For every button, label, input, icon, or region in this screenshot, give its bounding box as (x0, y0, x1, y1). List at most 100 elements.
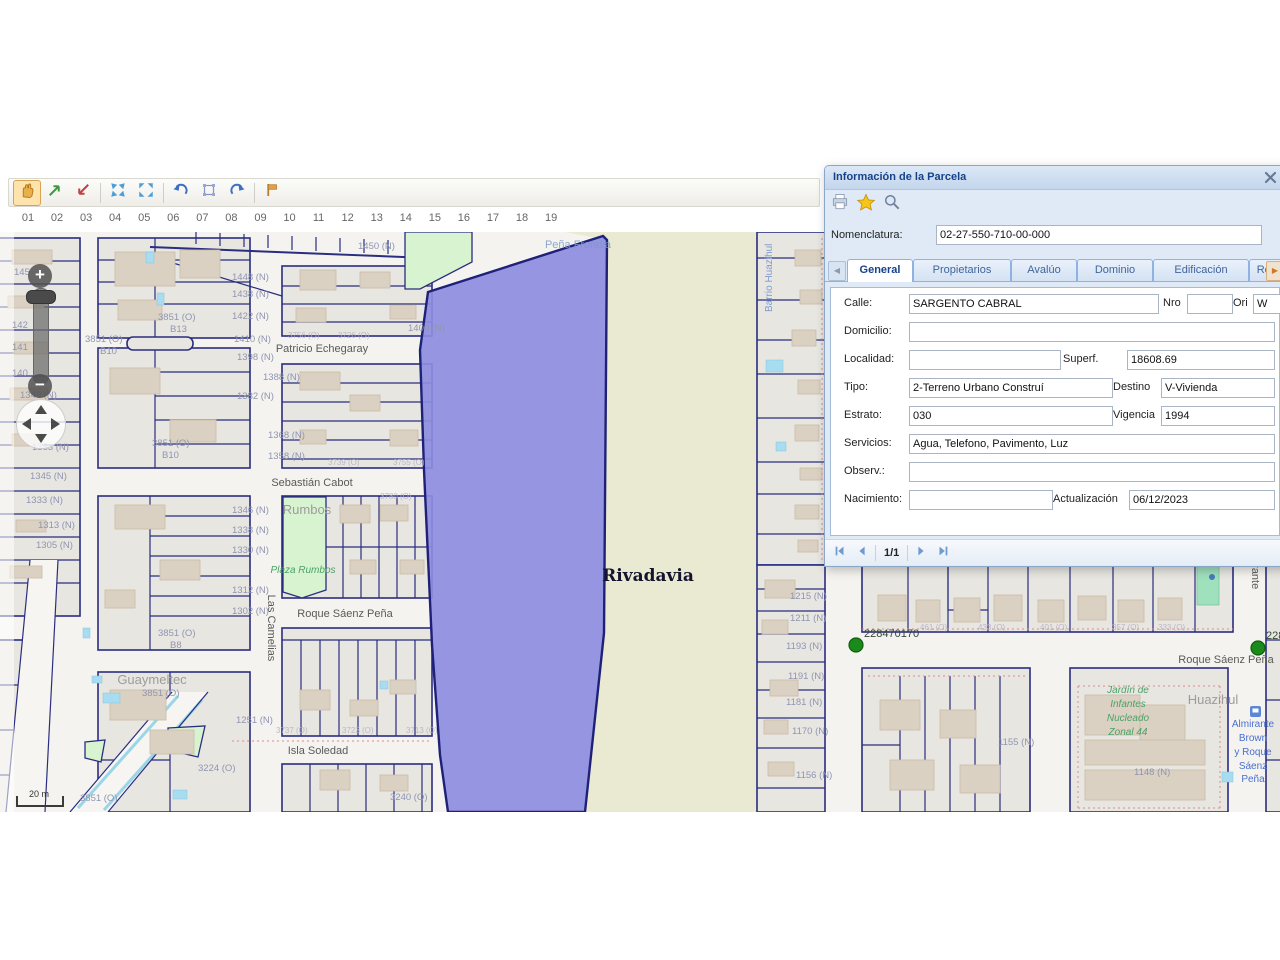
tab-scroll-right-icon[interactable]: ▶ (1266, 261, 1280, 281)
nro-field[interactable] (1187, 294, 1233, 314)
ruler-number: 16 (458, 212, 470, 224)
tipo-field[interactable]: 2-Terreno Urbano Construí (909, 378, 1113, 398)
calle-field[interactable]: SARGENTO CABRAL (909, 294, 1159, 314)
map-label: 1148 (N) (1134, 767, 1170, 778)
map-label: Jardín de (1106, 685, 1149, 696)
map-label: Roque Sáenz Peña (1178, 654, 1274, 666)
destino-field[interactable]: V-Vivienda (1161, 378, 1275, 398)
map-toolbar (8, 178, 820, 207)
toolbar-separator (100, 183, 101, 203)
tab-propietarios[interactable]: Propietarios (913, 259, 1011, 281)
tab-avaluo[interactable]: Avalúo (1011, 259, 1077, 281)
map-label: Barrio Huazihul (764, 244, 775, 312)
next-extent-button[interactable] (223, 180, 251, 206)
pan-left-arrow-icon[interactable] (22, 418, 31, 430)
prev-page-button[interactable] (853, 544, 871, 562)
bus-stop-sign-icon (1250, 706, 1261, 717)
map-label: 1450 (N) (358, 241, 395, 252)
print-button[interactable] (829, 192, 851, 214)
zoom-in-nav-button[interactable] (41, 180, 69, 206)
map-label: Sáenz (1239, 761, 1267, 772)
pan-hand-icon (18, 181, 36, 204)
pan-right-arrow-icon[interactable] (51, 418, 60, 430)
measure-tool-button[interactable] (258, 180, 286, 206)
tab-dominio[interactable]: Dominio (1077, 259, 1153, 281)
pan-up-arrow-icon[interactable] (35, 405, 47, 414)
map-label: 1170 (N) (792, 726, 828, 737)
tab-general[interactable]: General (847, 259, 913, 282)
zoom-slider-handle[interactable] (26, 290, 56, 304)
nacimiento-label: Nacimiento: (844, 493, 902, 505)
window-header[interactable]: Información de la Parcela (825, 166, 1280, 190)
ruler-number: 12 (342, 212, 354, 224)
next-page-button[interactable] (912, 544, 930, 562)
zoom-out-button[interactable]: − (28, 374, 52, 398)
ruler-number: 10 (283, 212, 295, 224)
localidad-field[interactable] (909, 350, 1061, 370)
next-extent-icon (228, 181, 246, 204)
map-label: 1305 (N) (36, 540, 73, 551)
zoom-out-nav-button[interactable] (69, 180, 97, 206)
previous-extent-button[interactable] (167, 180, 195, 206)
map-label: Rivadavia (602, 566, 694, 586)
selected-parcel[interactable] (420, 236, 607, 812)
estrato-field[interactable]: 030 (909, 406, 1113, 426)
superf-field[interactable]: 18608.69 (1127, 350, 1275, 370)
observ-field[interactable] (909, 462, 1275, 482)
map-label: 1448 (N) (232, 272, 269, 283)
destino-label: Destino (1113, 381, 1150, 393)
ruler-number: 04 (109, 212, 121, 224)
estrato-label: Estrato: (844, 409, 882, 421)
map-label: 433 (O) (978, 623, 1005, 632)
ruler-number: 15 (429, 212, 441, 224)
zoom-box-button[interactable] (195, 180, 223, 206)
pager-separator (907, 545, 908, 561)
zoom-box-icon (200, 181, 218, 204)
nomen-field[interactable]: 02-27-550-710-00-000 (936, 225, 1262, 245)
ruler-number: 03 (80, 212, 92, 224)
zoom-to-selection-icon (109, 181, 127, 204)
map-label: B10 (162, 450, 179, 461)
search-magnifier-icon (882, 192, 902, 215)
zoom-to-selection-button[interactable] (104, 180, 132, 206)
ruler-number: 01 (22, 212, 34, 224)
ruler-number: 17 (487, 212, 499, 224)
tab-edificacion[interactable]: Edificación (1153, 259, 1249, 281)
domicilio-field[interactable] (909, 322, 1275, 342)
map-label: Brown (1239, 733, 1267, 744)
first-page-button[interactable] (831, 544, 849, 562)
ori-field[interactable]: W (1253, 294, 1280, 314)
map-label: 3851 (O) (158, 628, 196, 639)
full-extent-button[interactable] (132, 180, 160, 206)
favorite-star-icon (856, 192, 876, 215)
zoom-in-button[interactable]: + (28, 264, 52, 288)
servicios-field[interactable]: Agua, Telefono, Pavimento, Luz (909, 434, 1275, 454)
map-label: 1215 (N) (790, 591, 827, 602)
nacimiento-field[interactable] (909, 490, 1053, 510)
map-label: y Roque (1234, 747, 1272, 758)
close-button[interactable] (1263, 170, 1278, 185)
pan-hand-button[interactable] (13, 180, 41, 206)
close-icon (1263, 176, 1278, 188)
map-label: Guaymeltec (117, 672, 187, 687)
map-label: 1400 (N) (408, 323, 445, 334)
last-page-button[interactable] (934, 544, 952, 562)
nomenclatura-label: Nomenclatura: (831, 229, 903, 241)
ruler-number: 18 (516, 212, 528, 224)
map-label: 3224 (O) (198, 763, 236, 774)
favorite-button[interactable] (855, 192, 877, 214)
actualizacion-field[interactable]: 06/12/2023 (1129, 490, 1275, 510)
map-label: Almirante (1232, 719, 1275, 730)
tab-scroll-left-icon[interactable]: ◀ (828, 261, 846, 281)
map-label: 1302 (N) (232, 606, 269, 617)
map-label: 1251 (N) (236, 715, 273, 726)
pan-rose-control[interactable] (16, 399, 66, 449)
search-button[interactable] (881, 192, 903, 214)
street-endpoint-marker[interactable] (1251, 641, 1265, 655)
parcel-info-window: Información de la Parcela Nomenclatura: … (824, 165, 1280, 567)
street-endpoint-marker[interactable] (849, 638, 863, 652)
pan-down-arrow-icon[interactable] (35, 434, 47, 443)
toolbar-separator (163, 183, 164, 203)
vigencia-field[interactable]: 1994 (1161, 406, 1275, 426)
horizontal-ruler: 01020304050607080910111213141516171819 (0, 208, 822, 232)
